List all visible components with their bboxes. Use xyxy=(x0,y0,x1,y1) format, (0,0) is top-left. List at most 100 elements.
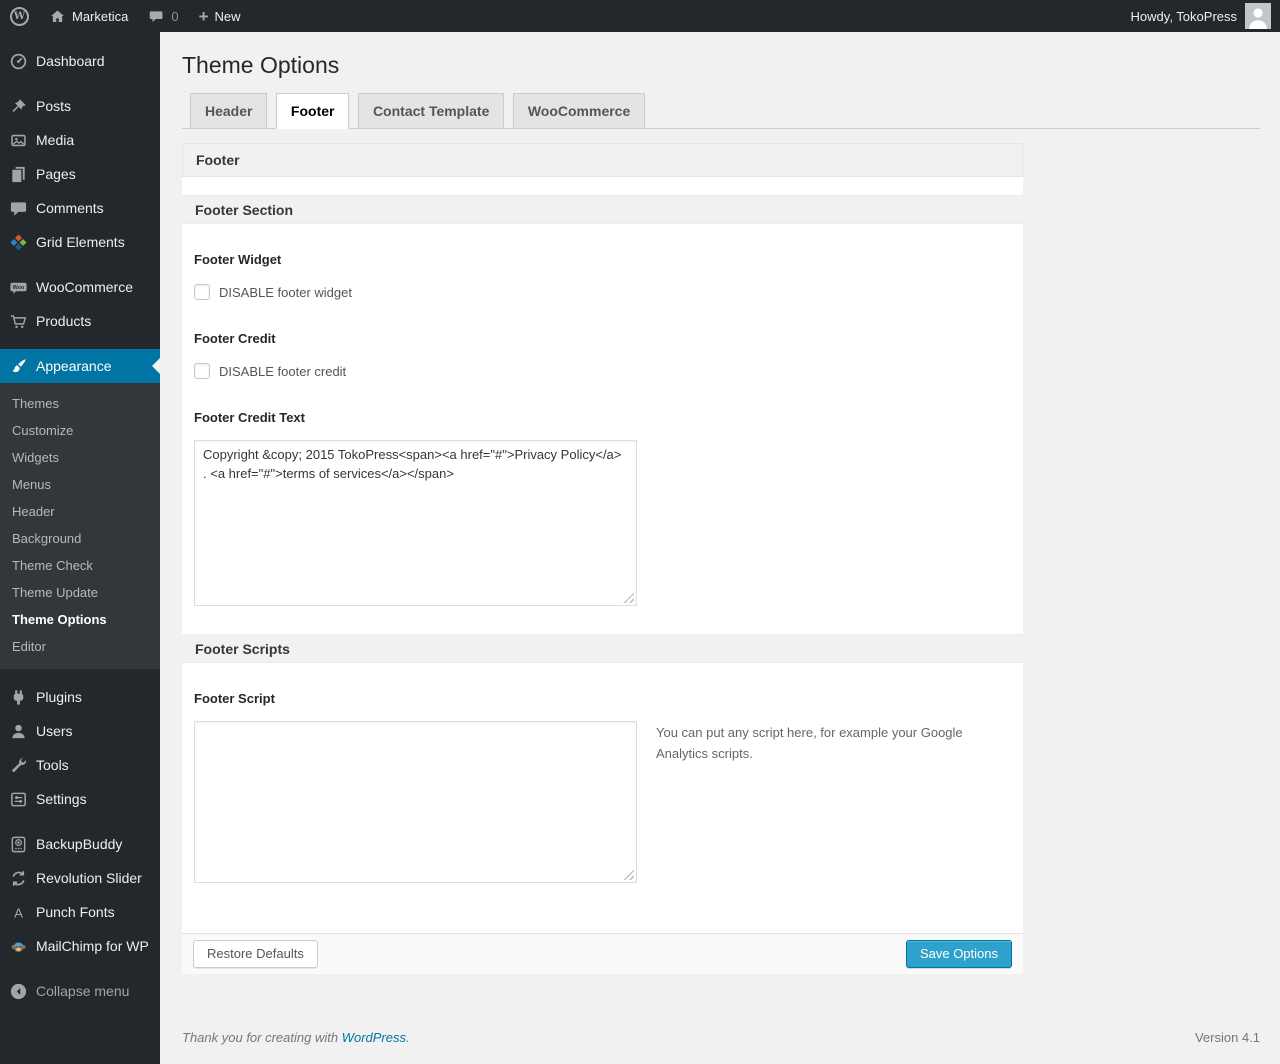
sidebar-item-label: Plugins xyxy=(36,689,82,705)
sidebar-item-settings[interactable]: Settings xyxy=(0,782,160,816)
sidebar-item-label: Settings xyxy=(36,791,87,807)
sidebar-item-woocommerce[interactable]: Woo WooCommerce xyxy=(0,270,160,304)
submenu-item-theme-update[interactable]: Theme Update xyxy=(0,579,160,606)
comment-bubble-icon xyxy=(148,8,165,25)
sidebar-item-label: Media xyxy=(36,132,75,148)
footer-widget-label: Footer Widget xyxy=(194,252,282,268)
sidebar-item-users[interactable]: Users xyxy=(0,714,160,748)
tab-footer[interactable]: Footer xyxy=(275,93,350,130)
menu-separator xyxy=(0,816,160,827)
submenu-item-customize[interactable]: Customize xyxy=(0,417,160,444)
sidebar-item-label: Posts xyxy=(36,98,72,114)
sidebar: Dashboard Posts Media Pages Comments Gri… xyxy=(0,32,160,1064)
letter-a-icon: A xyxy=(0,903,36,922)
submenu-item-header[interactable]: Header xyxy=(0,498,160,525)
footer-script-wrap xyxy=(194,721,637,884)
admin-bar: W Marketica 0 + New Howdy, TokoPress xyxy=(0,0,1280,32)
submenu-item-widgets[interactable]: Widgets xyxy=(0,444,160,471)
footer-widget-row: DISABLE footer widget xyxy=(194,284,1011,301)
cart-icon xyxy=(0,312,36,331)
footer-script-textarea[interactable] xyxy=(194,721,637,884)
wordpress-logo-menu[interactable]: W xyxy=(0,0,39,32)
panel-title: Footer xyxy=(182,143,1023,178)
theme-options-panel: Footer Footer Section Footer Widget DISA… xyxy=(182,143,1023,975)
sidebar-item-plugins[interactable]: Plugins xyxy=(0,680,160,714)
disable-footer-widget-checkbox[interactable] xyxy=(194,284,210,301)
sidebar-item-dashboard[interactable]: Dashboard xyxy=(0,44,160,78)
comments-menu[interactable]: 0 xyxy=(138,0,188,32)
sidebar-item-backupbuddy[interactable]: BackupBuddy xyxy=(0,827,160,861)
howdy-label: Howdy, TokoPress xyxy=(1130,8,1237,24)
avatar xyxy=(1245,3,1271,29)
settings-icon xyxy=(0,790,36,809)
refresh-icon xyxy=(0,869,36,888)
backup-drive-icon xyxy=(0,835,36,854)
new-label: New xyxy=(214,8,241,24)
sidebar-item-comments[interactable]: Comments xyxy=(0,191,160,225)
save-options-button[interactable]: Save Options xyxy=(905,940,1012,969)
submenu-item-background[interactable]: Background xyxy=(0,525,160,552)
footer-credit-text-label: Footer Credit Text xyxy=(194,410,305,426)
footer-credit-text-wrap: Copyright &copy; 2015 TokoPress<span><a … xyxy=(194,440,637,607)
sidebar-item-products[interactable]: Products xyxy=(0,304,160,338)
main-content: Theme Options Header Footer Contact Temp… xyxy=(160,32,1280,1064)
footer-scripts-header: Footer Scripts xyxy=(182,634,1023,664)
footer-script-label: Footer Script xyxy=(194,691,275,707)
sidebar-item-revolution-slider[interactable]: Revolution Slider xyxy=(0,861,160,895)
tab-header[interactable]: Header xyxy=(190,93,268,129)
sidebar-item-appearance[interactable]: Appearance xyxy=(0,349,160,383)
footer-credit-label: Footer Credit xyxy=(194,331,276,347)
woocommerce-icon: Woo xyxy=(0,278,36,297)
restore-defaults-button[interactable]: Restore Defaults xyxy=(193,940,318,969)
sidebar-item-label: Appearance xyxy=(36,358,112,374)
sidebar-item-label: Revolution Slider xyxy=(36,870,142,886)
footer-script-row: You can put any script here, for example… xyxy=(194,721,1011,884)
sidebar-item-label: Punch Fonts xyxy=(36,904,115,920)
thanks-suffix: . xyxy=(406,1030,410,1046)
content-footer: Thank you for creating with WordPress. V… xyxy=(182,1030,1260,1045)
submenu-item-themes[interactable]: Themes xyxy=(0,390,160,417)
sidebar-item-label: MailChimp for WP xyxy=(36,938,149,954)
sidebar-item-grid-elements[interactable]: Grid Elements xyxy=(0,225,160,259)
sidebar-item-tools[interactable]: Tools xyxy=(0,748,160,782)
dashboard-icon xyxy=(0,52,36,71)
sidebar-item-label: Comments xyxy=(36,200,104,216)
footer-credit-text-textarea[interactable]: Copyright &copy; 2015 TokoPress<span><a … xyxy=(194,440,637,607)
sidebar-item-label: Products xyxy=(36,313,92,329)
menu-separator xyxy=(0,669,160,680)
sidebar-item-punch-fonts[interactable]: A Punch Fonts xyxy=(0,895,160,929)
disable-footer-credit-label: DISABLE footer credit xyxy=(219,363,347,379)
sidebar-item-label: Users xyxy=(36,723,73,739)
collapse-menu-label: Collapse menu xyxy=(36,983,130,999)
submenu-item-menus[interactable]: Menus xyxy=(0,471,160,498)
menu-separator xyxy=(0,259,160,270)
collapse-menu-button[interactable]: Collapse menu xyxy=(0,974,160,1008)
sidebar-item-label: Grid Elements xyxy=(36,234,125,250)
disable-footer-credit-checkbox[interactable] xyxy=(194,363,210,380)
comment-icon xyxy=(0,199,36,218)
disable-footer-widget-label: DISABLE footer widget xyxy=(219,284,352,300)
sidebar-item-media[interactable]: Media xyxy=(0,123,160,157)
appearance-submenu: Themes Customize Widgets Menus Header Ba… xyxy=(0,383,160,669)
menu-separator xyxy=(0,78,160,89)
tab-contact-template[interactable]: Contact Template xyxy=(357,93,505,129)
sidebar-item-pages[interactable]: Pages xyxy=(0,157,160,191)
tab-woocommerce[interactable]: WooCommerce xyxy=(512,93,646,129)
footer-section-header: Footer Section xyxy=(182,195,1023,225)
grid-elements-icon xyxy=(0,233,36,252)
footer-credit-row: DISABLE footer credit xyxy=(194,363,1011,380)
new-content-menu[interactable]: + New xyxy=(189,0,251,32)
site-name-menu[interactable]: Marketica xyxy=(39,0,138,32)
submenu-item-theme-options[interactable]: Theme Options xyxy=(0,606,160,633)
sidebar-item-label: WooCommerce xyxy=(36,279,133,295)
submenu-item-theme-check[interactable]: Theme Check xyxy=(0,552,160,579)
home-icon xyxy=(49,8,66,25)
pushpin-icon xyxy=(0,97,36,116)
account-menu[interactable]: Howdy, TokoPress xyxy=(1131,0,1280,32)
submenu-item-editor[interactable]: Editor xyxy=(0,633,160,660)
sidebar-item-mailchimp[interactable]: MailChimp for WP xyxy=(0,929,160,963)
panel-action-bar: Restore Defaults Save Options xyxy=(182,933,1023,975)
wordpress-link[interactable]: WordPress xyxy=(342,1030,406,1045)
svg-text:A: A xyxy=(14,905,23,920)
sidebar-item-posts[interactable]: Posts xyxy=(0,89,160,123)
